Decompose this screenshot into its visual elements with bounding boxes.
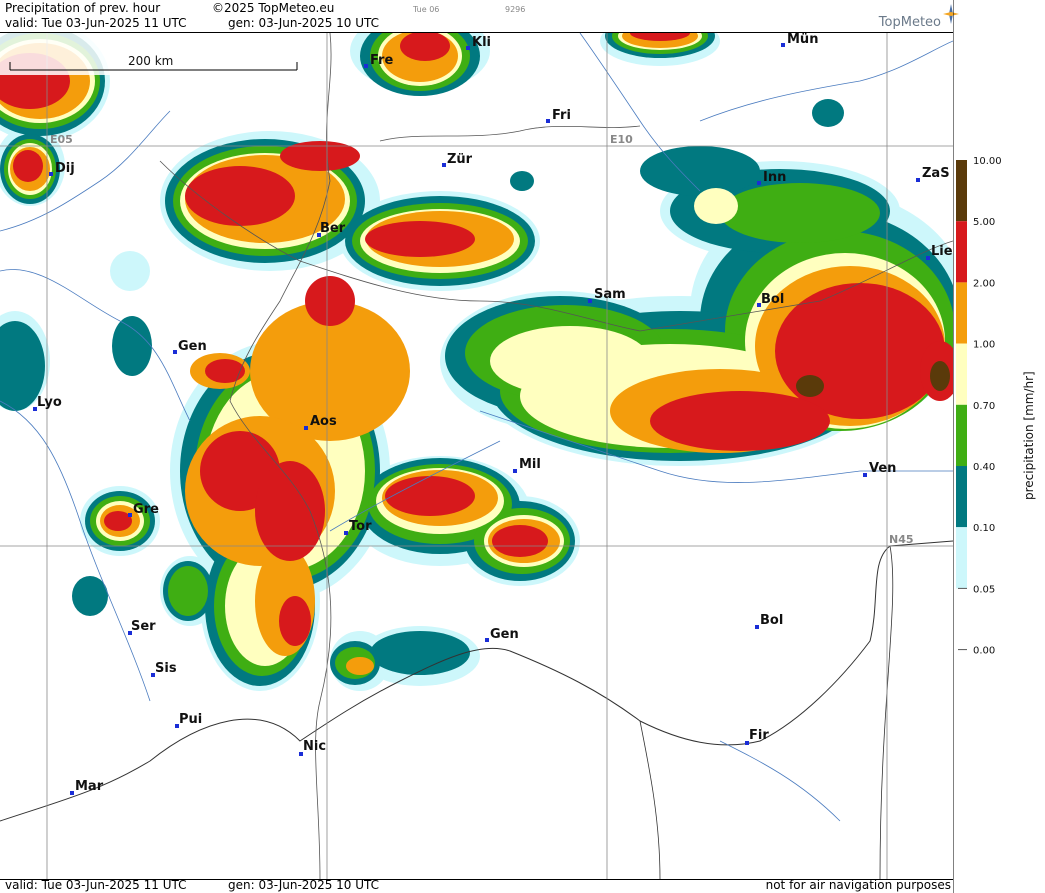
city-pui[interactable]: Pui — [175, 712, 202, 728]
city-fir[interactable]: Fir — [745, 728, 769, 745]
legend-swatches — [956, 160, 967, 589]
legend-swatch-2 — [956, 282, 967, 344]
legend-swatch-4 — [956, 404, 967, 466]
city-gen-geneva[interactable]: Gen — [173, 339, 207, 354]
city-mil[interactable]: Mil — [513, 457, 541, 473]
logo-text: TopMeteo — [878, 15, 941, 30]
city-tor[interactable]: Tor — [344, 519, 372, 535]
legend-title: precipitation [mm/hr] — [1022, 371, 1036, 500]
svg-text:Lyo: Lyo — [37, 395, 62, 410]
svg-text:Kli: Kli — [472, 35, 491, 50]
city-bol-north[interactable]: Bol — [757, 292, 784, 307]
legend-swatch-1 — [956, 221, 967, 283]
svg-text:Bol: Bol — [761, 292, 784, 307]
legend-label-2: 2.00 — [973, 278, 995, 289]
svg-text:Nic: Nic — [303, 739, 326, 754]
legend-swatch-5 — [956, 466, 967, 528]
topmeteo-logo: TopMeteo — [878, 4, 959, 30]
footer-valid: valid: Tue 03-Jun-2025 11 UTC — [5, 878, 187, 892]
legend-label-3: 1.00 — [973, 340, 995, 351]
small-code: 9296 — [505, 5, 526, 14]
svg-text:Gen: Gen — [178, 339, 207, 354]
legend-swatch-3 — [956, 343, 967, 405]
city-ser[interactable]: Ser — [128, 619, 156, 635]
svg-text:Ser: Ser — [131, 619, 156, 634]
gen-time: gen: 03-Jun-2025 10 UTC — [228, 16, 380, 30]
legend-label-0: 10.00 — [973, 156, 1002, 167]
legend-label-5: 0.40 — [973, 462, 995, 473]
precipitation-map[interactable]: E05 E10 N45 200 km Kli Mün Fre Fri Dij Z… — [0, 32, 953, 880]
legend-swatch-6 — [956, 527, 967, 589]
svg-text:Bol: Bol — [760, 613, 783, 628]
svg-text:Fri: Fri — [552, 108, 571, 123]
legend-label-8: 0.00 — [973, 646, 995, 657]
svg-text:Sam: Sam — [594, 287, 626, 302]
copyright-text: ©2025 TopMeteo.eu — [212, 1, 335, 15]
city-mar[interactable]: Mar — [70, 779, 104, 795]
svg-text:Ven: Ven — [869, 461, 896, 476]
svg-text:Fir: Fir — [749, 728, 769, 743]
svg-text:Ber: Ber — [320, 221, 346, 236]
grid-label-e05: E05 — [50, 133, 73, 146]
legend-label-7: 0.05 — [973, 584, 995, 595]
footer-gen: gen: 03-Jun-2025 10 UTC — [228, 878, 380, 892]
precip-legend: 10.00 5.00 2.00 1.00 0.70 0.40 0.10 0.05 0.00 pr… — [953, 0, 1036, 893]
legend-label-6: 0.10 — [973, 523, 995, 534]
svg-text:Gen: Gen — [490, 627, 519, 642]
small-date: Tue 06 — [413, 5, 440, 14]
svg-text:Fre: Fre — [370, 53, 393, 68]
city-ven[interactable]: Ven — [863, 461, 896, 477]
svg-text:Dij: Dij — [55, 161, 75, 176]
map-canvas[interactable]: E05 E10 N45 200 km Kli Mün Fre Fri Dij Z… — [0, 33, 953, 879]
graticule — [0, 33, 953, 879]
svg-text:Pui: Pui — [179, 712, 202, 727]
svg-text:Zür: Zür — [447, 152, 473, 167]
city-mun[interactable]: Mün — [781, 33, 818, 47]
legend-label-1: 5.00 — [973, 217, 995, 228]
city-fri[interactable]: Fri — [546, 108, 571, 123]
svg-text:Mün: Mün — [787, 33, 818, 47]
footer-disclaimer: not for air navigation purposes — [765, 878, 951, 892]
city-nic[interactable]: Nic — [299, 739, 326, 756]
svg-text:Lie: Lie — [931, 244, 953, 259]
scale-bar: 200 km — [0, 33, 305, 75]
geography-layer — [0, 33, 953, 879]
city-zas[interactable]: ZaS — [916, 166, 950, 182]
grid-label-e10: E10 — [610, 133, 633, 146]
valid-time: valid: Tue 03-Jun-2025 11 UTC — [5, 16, 187, 30]
city-sam[interactable]: Sam — [588, 287, 626, 303]
city-gre[interactable]: Gre — [128, 502, 159, 517]
city-zur[interactable]: Zür — [442, 152, 473, 167]
svg-text:ZaS: ZaS — [922, 166, 950, 181]
svg-text:Mar: Mar — [75, 779, 104, 794]
legend-label-4: 0.70 — [973, 401, 995, 412]
city-ber[interactable]: Ber — [317, 221, 346, 237]
precip-layer — [0, 33, 953, 691]
svg-text:Tor: Tor — [349, 519, 372, 534]
legend-swatch-0 — [956, 160, 967, 222]
svg-text:Mil: Mil — [519, 457, 541, 472]
svg-text:Inn: Inn — [763, 170, 786, 185]
city-sis[interactable]: Sis — [151, 661, 177, 677]
svg-text:Gre: Gre — [133, 502, 159, 517]
scale-label: 200 km — [128, 54, 173, 68]
map-title: Precipitation of prev. hour — [5, 1, 161, 15]
city-gen-genova[interactable]: Gen — [485, 627, 519, 642]
city-lyo[interactable]: Lyo — [33, 395, 62, 411]
svg-text:Aos: Aos — [310, 414, 337, 429]
city-bol-south[interactable]: Bol — [755, 613, 783, 629]
grid-label-n45: N45 — [889, 533, 914, 546]
svg-text:Sis: Sis — [155, 661, 177, 676]
